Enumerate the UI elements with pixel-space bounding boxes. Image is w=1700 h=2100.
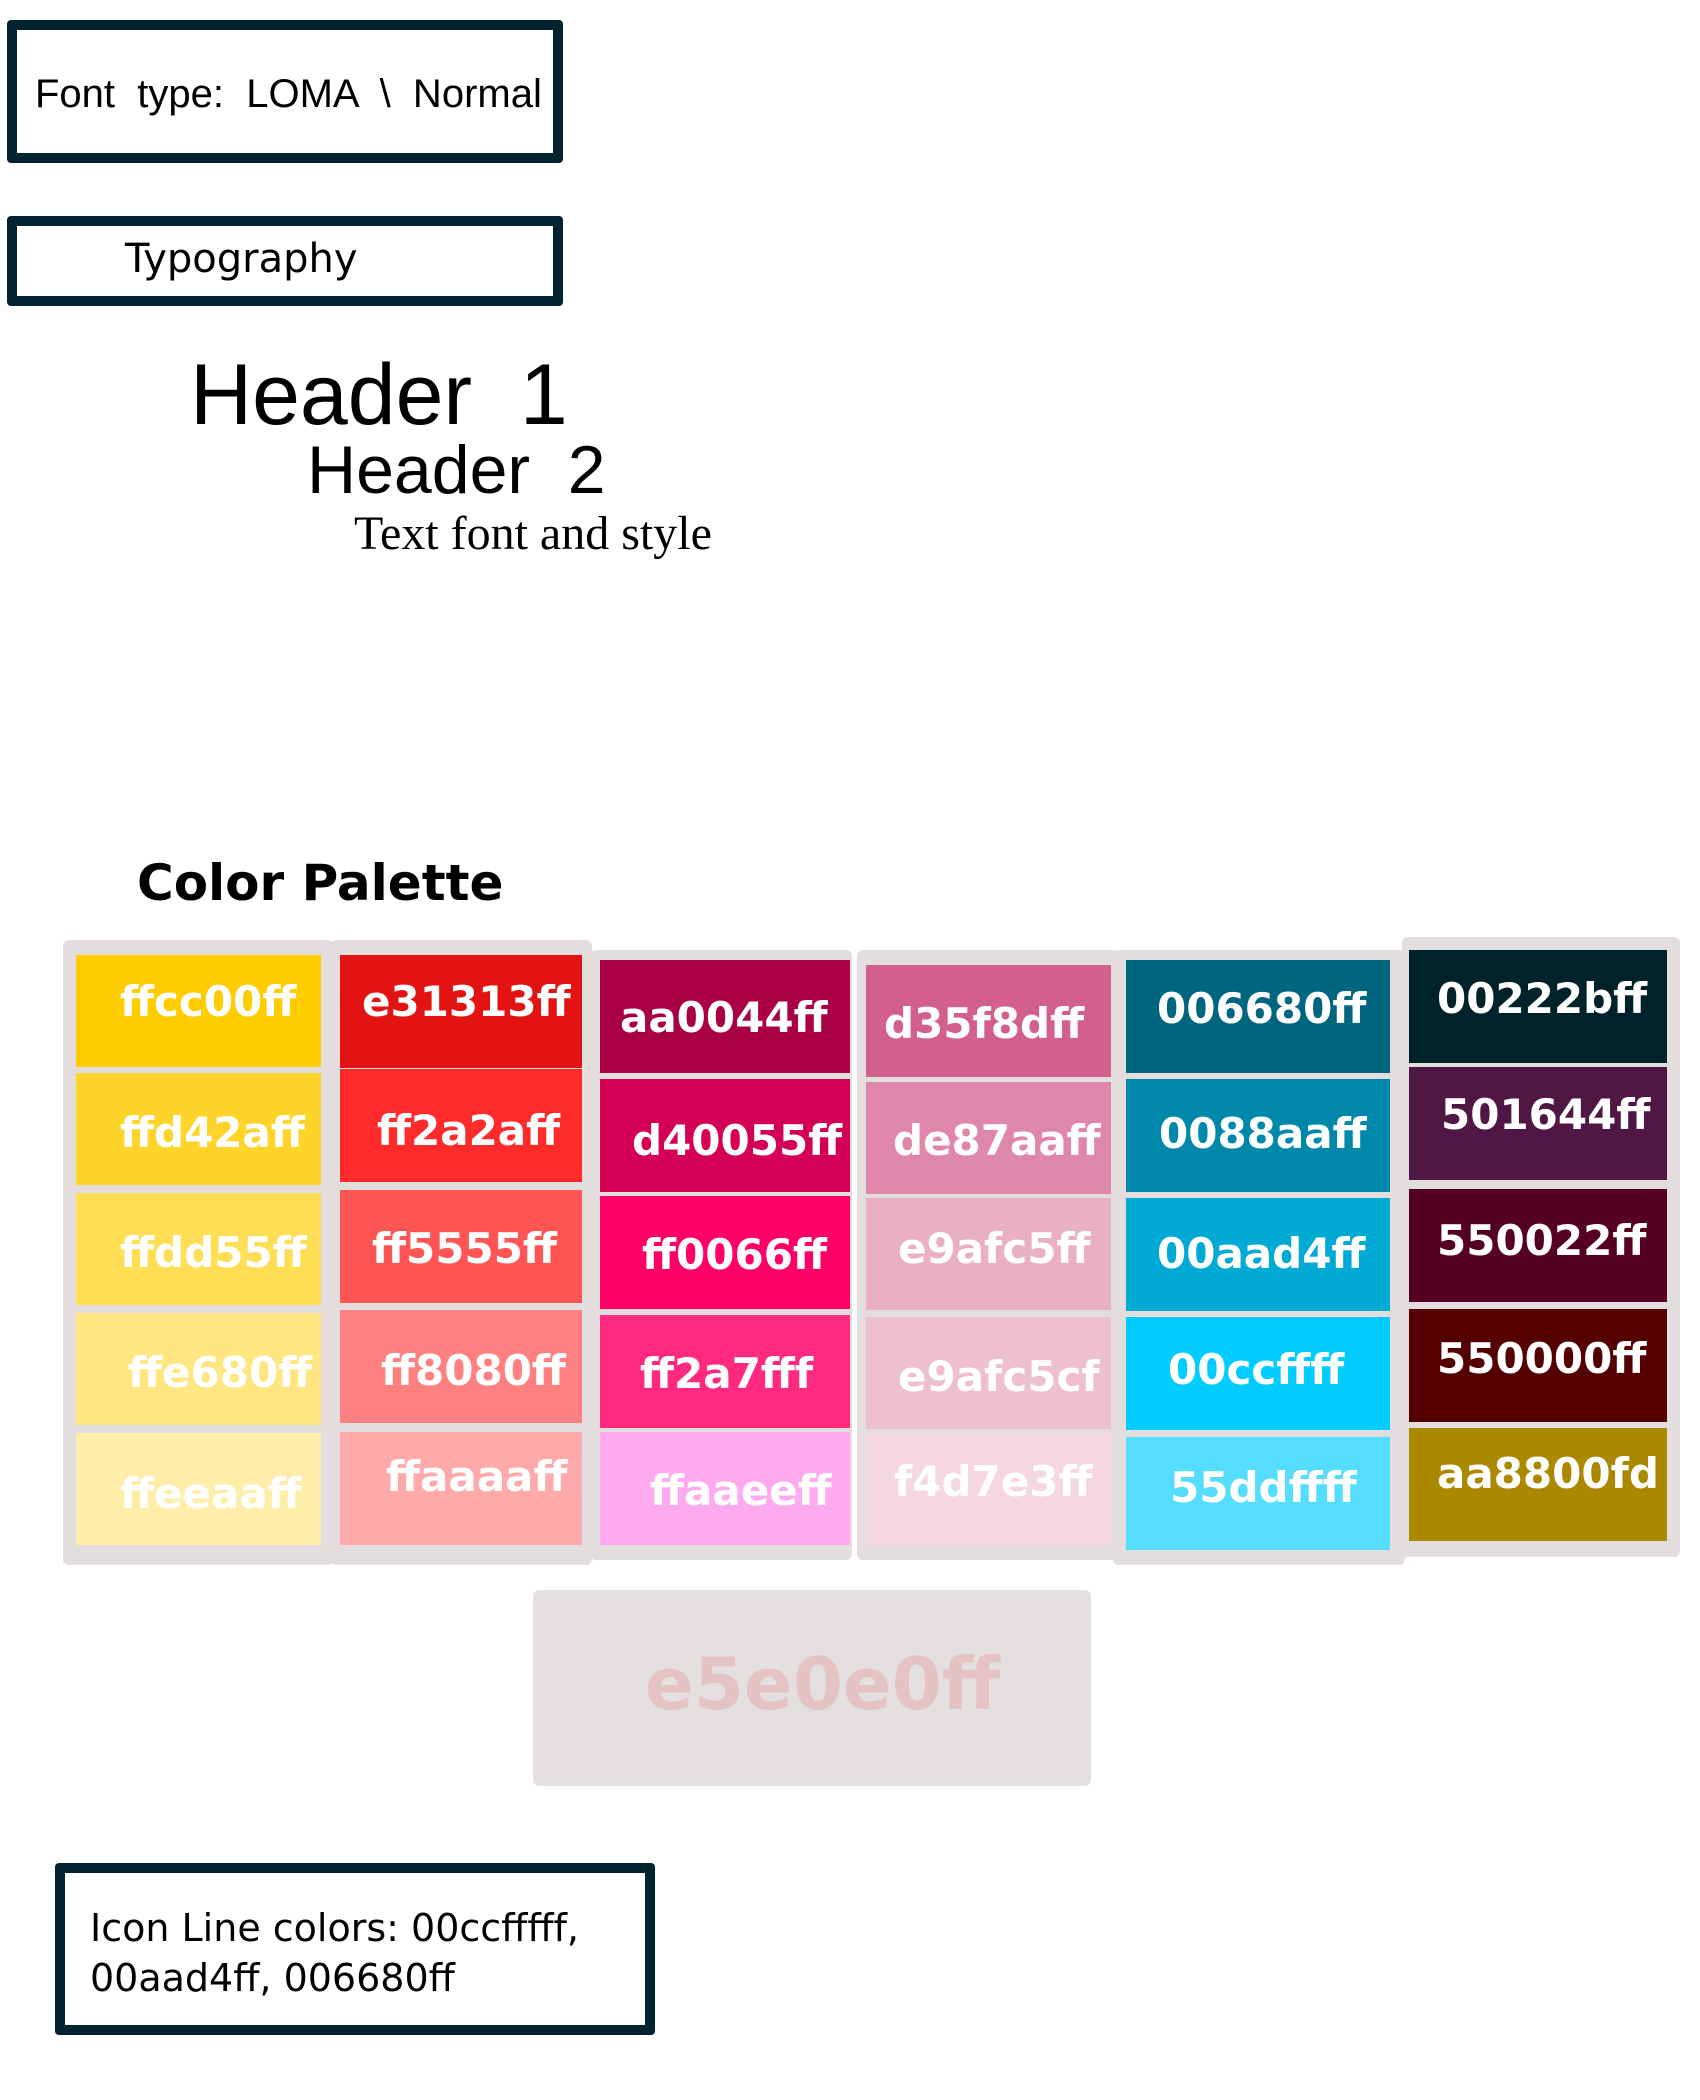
color-swatch-label: 00ccffff xyxy=(1168,1345,1345,1394)
header-2-sample: Header 2 xyxy=(307,432,606,508)
icon-line-colors-text: Icon Line colors: 00ccfffff, 00aad4ff, 0… xyxy=(90,1906,579,2000)
color-swatch-label: ffdd55ff xyxy=(120,1228,307,1277)
color-swatch: d40055ff xyxy=(600,1079,850,1192)
color-swatch: 550000ff xyxy=(1409,1309,1667,1422)
color-swatch: ff2a2aff xyxy=(340,1069,582,1182)
color-swatch: ffaaeeff xyxy=(600,1432,850,1545)
color-swatch-label: 501644ff xyxy=(1441,1090,1651,1139)
color-swatch: 501644ff xyxy=(1409,1067,1667,1180)
color-swatch: ffaaaaff xyxy=(340,1432,582,1545)
color-swatch-label: 550022ff xyxy=(1437,1216,1647,1265)
color-swatch-label: e9afc5ff xyxy=(898,1224,1091,1273)
color-swatch-label: ffe680ff xyxy=(128,1348,313,1397)
color-swatch-label: ffaaeeff xyxy=(650,1466,832,1515)
color-swatch: 00ccffff xyxy=(1126,1317,1390,1430)
body-text-sample: Text font and style xyxy=(354,507,712,560)
color-swatch: ffe680ff xyxy=(76,1313,321,1425)
color-swatch: 00222bff xyxy=(1409,950,1667,1063)
color-swatch-label: 55ddffff xyxy=(1170,1463,1357,1512)
color-swatch-label: ffd42aff xyxy=(120,1108,305,1157)
color-swatch: e9afc5cf xyxy=(866,1317,1111,1429)
color-swatch: ffdd55ff xyxy=(76,1193,321,1305)
color-swatch: ff0066ff xyxy=(600,1196,850,1309)
color-swatch-label: ff0066ff xyxy=(642,1230,827,1279)
color-swatch-label: d35f8dff xyxy=(884,999,1085,1048)
color-swatch: ff2a7fff xyxy=(600,1315,850,1428)
color-swatch: ffeeaaff xyxy=(76,1433,321,1545)
color-swatch: f4d7e3ff xyxy=(866,1433,1111,1545)
color-swatch-label: ff5555ff xyxy=(372,1224,557,1273)
color-swatch-label: 550000ff xyxy=(1437,1334,1647,1383)
color-swatch: e9afc5ff xyxy=(866,1198,1111,1310)
color-swatch: 0088aaff xyxy=(1126,1079,1390,1192)
color-swatch: 006680ff xyxy=(1126,960,1390,1073)
color-swatch: ff5555ff xyxy=(340,1190,582,1303)
color-swatch-label: de87aaff xyxy=(893,1116,1101,1165)
typography-box: Typography xyxy=(7,216,563,306)
color-swatch: 550022ff xyxy=(1409,1189,1667,1302)
color-swatch: 00aad4ff xyxy=(1126,1198,1390,1311)
color-swatch-label: ffcc00ff xyxy=(120,977,297,1026)
color-swatch-label: f4d7e3ff xyxy=(894,1457,1093,1506)
icon-line-colors-box: Icon Line colors: 00ccfffff, 00aad4ff, 0… xyxy=(55,1863,655,2035)
neutral-swatch: e5e0e0ff xyxy=(533,1590,1091,1786)
color-palette-title: Color Palette xyxy=(137,854,504,912)
color-swatch-label: d40055ff xyxy=(632,1116,843,1165)
color-swatch-label: 0088aaff xyxy=(1159,1109,1367,1158)
header-1-sample: Header 1 xyxy=(190,347,568,443)
color-swatch-label: ffeeaaff xyxy=(120,1469,302,1518)
color-swatch: 55ddffff xyxy=(1126,1437,1390,1550)
color-swatch: ff8080ff xyxy=(340,1310,582,1423)
color-swatch-label: e31313ff xyxy=(362,977,571,1026)
typography-label: Typography xyxy=(125,236,358,282)
color-swatch-label: ff2a7fff xyxy=(640,1349,814,1398)
color-swatch-label: ffaaaaff xyxy=(386,1452,568,1501)
color-swatch-label: 006680ff xyxy=(1157,984,1367,1033)
color-swatch-label: 00222bff xyxy=(1437,974,1648,1023)
color-swatch-label: ff2a2aff xyxy=(377,1106,561,1155)
color-swatch-label: e9afc5cf xyxy=(898,1352,1100,1401)
font-type-label: Font type: LOMA \ Normal xyxy=(35,72,542,116)
color-swatch: ffcc00ff xyxy=(76,955,321,1067)
color-swatch: aa8800fd xyxy=(1409,1428,1667,1541)
color-swatch-label: 00aad4ff xyxy=(1157,1229,1366,1278)
color-swatch: ffd42aff xyxy=(76,1073,321,1185)
color-swatch-label: aa8800fd xyxy=(1437,1449,1659,1498)
color-swatch: aa0044ff xyxy=(600,960,850,1073)
color-swatch: d35f8dff xyxy=(866,965,1111,1077)
color-swatch: de87aaff xyxy=(866,1082,1111,1194)
color-swatch-label: ff8080ff xyxy=(381,1346,566,1395)
color-swatch-label: aa0044ff xyxy=(620,993,828,1042)
font-type-box: Font type: LOMA \ Normal xyxy=(7,20,563,163)
neutral-swatch-label: e5e0e0ff xyxy=(645,1642,1001,1726)
color-swatch: e31313ff xyxy=(340,955,582,1068)
